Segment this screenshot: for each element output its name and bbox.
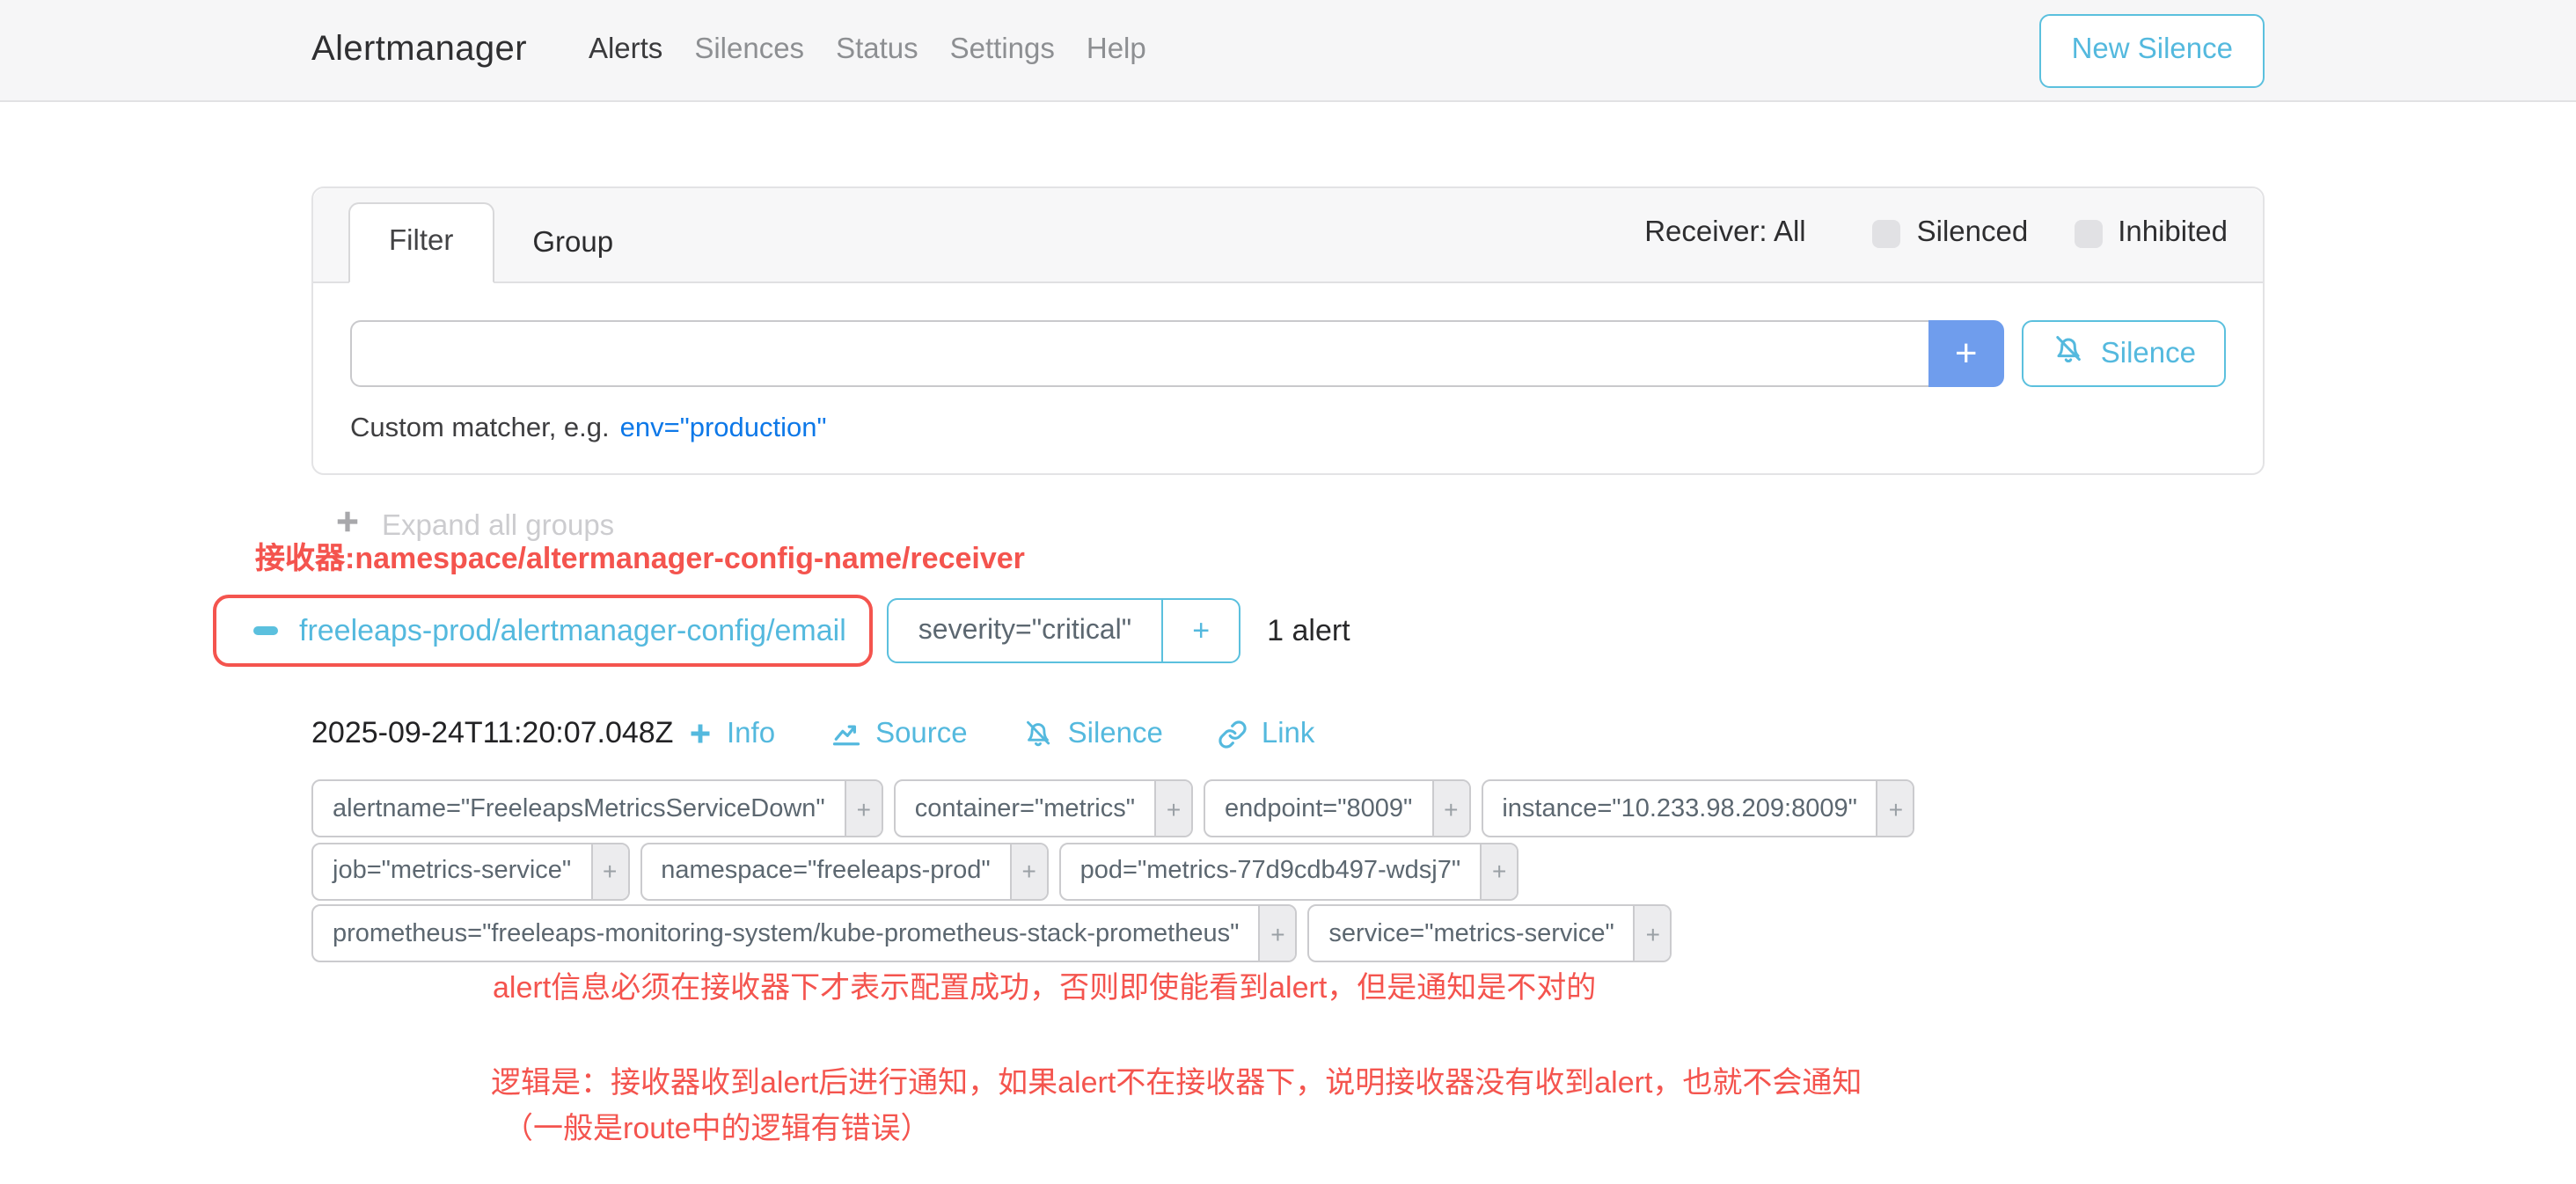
label-add-button[interactable]: + bbox=[1010, 844, 1047, 898]
alert-silence-label: Silence bbox=[1068, 717, 1163, 750]
group-receiver-link[interactable]: freeleaps-prod/alertmanager-config/email bbox=[299, 613, 846, 648]
annotation-alert-note: alert信息必须在接收器下才表示配置成功，否则即使能看到alert，但是通知是… bbox=[493, 969, 1596, 1008]
bell-slash-icon bbox=[1022, 718, 1054, 749]
tab-group[interactable]: Group bbox=[494, 206, 652, 283]
nav-item-status[interactable]: Status bbox=[820, 33, 934, 67]
label-add-button[interactable]: + bbox=[845, 781, 882, 836]
new-silence-button[interactable]: New Silence bbox=[2040, 13, 2265, 87]
label-chip-text[interactable]: service="metrics-service" bbox=[1309, 906, 1633, 961]
annotation-logic-note-line2: （一般是route中的逻辑有错误） bbox=[503, 1110, 931, 1149]
label-chip-text[interactable]: instance="10.233.98.209:8009" bbox=[1482, 781, 1877, 836]
label-chip-text[interactable]: pod="metrics-77d9cdb497-wdsj7" bbox=[1061, 844, 1480, 898]
app-brand[interactable]: Alertmanager bbox=[311, 30, 527, 70]
annotation-red-box: freeleaps-prod/alertmanager-config/email bbox=[213, 595, 873, 667]
label-chip-text[interactable]: namespace="freeleaps-prod" bbox=[641, 844, 1009, 898]
label-chip[interactable]: namespace="freeleaps-prod" + bbox=[640, 842, 1048, 900]
filter-card-body: + Silence Custom matcher, e.g. env="produ… bbox=[313, 283, 2263, 445]
label-chip[interactable]: prometheus="freeleaps-monitoring-system/… bbox=[311, 904, 1297, 962]
annotation-receiver-note: 接收器:namespace/altermanager-config-name/r… bbox=[255, 540, 1025, 579]
matcher-example-link[interactable]: env="production" bbox=[620, 413, 827, 443]
plus-icon bbox=[334, 508, 361, 544]
label-add-button[interactable]: + bbox=[590, 844, 627, 898]
label-chip[interactable]: pod="metrics-77d9cdb497-wdsj7" + bbox=[1059, 842, 1519, 900]
label-chip[interactable]: service="metrics-service" + bbox=[1307, 904, 1672, 962]
alert-count: 1 alert bbox=[1267, 613, 1350, 648]
plus-icon bbox=[688, 721, 713, 746]
group-matcher-chip: severity="critical" + bbox=[887, 598, 1240, 663]
filter-card: Filter Group Receiver: All Silenced Inhi… bbox=[311, 186, 2265, 475]
label-add-button[interactable]: + bbox=[1154, 781, 1191, 836]
silence-filter-button-label: Silence bbox=[2101, 337, 2196, 370]
nav-item-alerts[interactable]: Alerts bbox=[573, 33, 678, 67]
silenced-checkbox-group[interactable]: Silenced bbox=[1873, 216, 2029, 250]
label-chip[interactable]: container="metrics" + bbox=[894, 779, 1193, 837]
label-chip-text[interactable]: prometheus="freeleaps-monitoring-system/… bbox=[313, 906, 1258, 961]
expand-all-groups-label[interactable]: Expand all groups bbox=[382, 509, 614, 543]
label-chip[interactable]: endpoint="8009" + bbox=[1204, 779, 1470, 837]
nav-item-silences[interactable]: Silences bbox=[678, 33, 820, 67]
group-matcher-label[interactable]: severity="critical" bbox=[889, 600, 1161, 661]
alert-row: 2025-09-24T11:20:07.048Z Info Source bbox=[311, 711, 1369, 756]
label-add-button[interactable]: + bbox=[1258, 906, 1295, 961]
annotation-logic-note-line1: 逻辑是：接收器收到alert后进行通知，如果alert不在接收器下，说明接收器没… bbox=[491, 1064, 1862, 1103]
group-matcher-add-button[interactable]: + bbox=[1161, 600, 1239, 661]
label-chip[interactable]: alertname="FreeleapsMetricsServiceDown" … bbox=[311, 779, 883, 837]
add-matcher-button[interactable]: + bbox=[1928, 320, 2004, 387]
label-add-button[interactable]: + bbox=[1877, 781, 1914, 836]
alert-info-label: Info bbox=[727, 717, 775, 750]
label-chip[interactable]: job="metrics-service" + bbox=[311, 842, 629, 900]
inhibited-checkbox[interactable] bbox=[2074, 219, 2102, 247]
inhibited-checkbox-label[interactable]: Inhibited bbox=[2118, 216, 2228, 250]
alert-link-button[interactable]: Link bbox=[1218, 717, 1315, 750]
link-icon bbox=[1218, 719, 1248, 749]
alert-labels: alertname="FreeleapsMetricsServiceDown" … bbox=[311, 779, 1915, 962]
label-add-button[interactable]: + bbox=[1431, 781, 1468, 836]
label-chip-text[interactable]: job="metrics-service" bbox=[313, 844, 590, 898]
chart-line-icon bbox=[830, 718, 861, 749]
nav-item-settings[interactable]: Settings bbox=[934, 33, 1071, 67]
label-chip-text[interactable]: container="metrics" bbox=[896, 781, 1154, 836]
receiver-dropdown[interactable]: Receiver: All bbox=[1644, 216, 1805, 250]
silenced-checkbox-label[interactable]: Silenced bbox=[1917, 216, 2029, 250]
alert-info-button[interactable]: Info bbox=[688, 717, 775, 750]
alert-source-label: Source bbox=[875, 717, 968, 750]
expand-all-groups[interactable]: Expand all groups bbox=[334, 508, 614, 544]
nav-item-help[interactable]: Help bbox=[1071, 33, 1162, 67]
navbar: Alertmanager Alerts Silences Status Sett… bbox=[0, 0, 2576, 102]
silenced-checkbox[interactable] bbox=[1873, 219, 1901, 247]
collapse-group-icon[interactable] bbox=[253, 627, 278, 635]
filter-card-header: Filter Group Receiver: All Silenced Inhi… bbox=[313, 188, 2263, 283]
label-add-button[interactable]: + bbox=[1634, 906, 1671, 961]
inhibited-checkbox-group[interactable]: Inhibited bbox=[2074, 216, 2228, 250]
matcher-helper-text: Custom matcher, e.g. bbox=[350, 413, 610, 443]
label-chip[interactable]: instance="10.233.98.209:8009" + bbox=[1481, 779, 1915, 837]
tab-filter[interactable]: Filter bbox=[348, 202, 494, 283]
matcher-input[interactable] bbox=[350, 320, 1928, 387]
alert-silence-button[interactable]: Silence bbox=[1022, 717, 1163, 750]
label-chip-text[interactable]: endpoint="8009" bbox=[1205, 781, 1431, 836]
label-add-button[interactable]: + bbox=[1480, 844, 1517, 898]
alert-timestamp: 2025-09-24T11:20:07.048Z bbox=[311, 716, 688, 751]
alert-source-link[interactable]: Source bbox=[830, 717, 968, 750]
label-chip-text[interactable]: alertname="FreeleapsMetricsServiceDown" bbox=[313, 781, 845, 836]
alertmanager-page: Alertmanager Alerts Silences Status Sett… bbox=[0, 0, 2576, 1184]
bell-slash-icon bbox=[2052, 333, 2085, 375]
alert-group-row: freeleaps-prod/alertmanager-config/email… bbox=[213, 595, 1350, 667]
alert-link-label: Link bbox=[1262, 717, 1315, 750]
silence-filter-button[interactable]: Silence bbox=[2022, 320, 2226, 387]
